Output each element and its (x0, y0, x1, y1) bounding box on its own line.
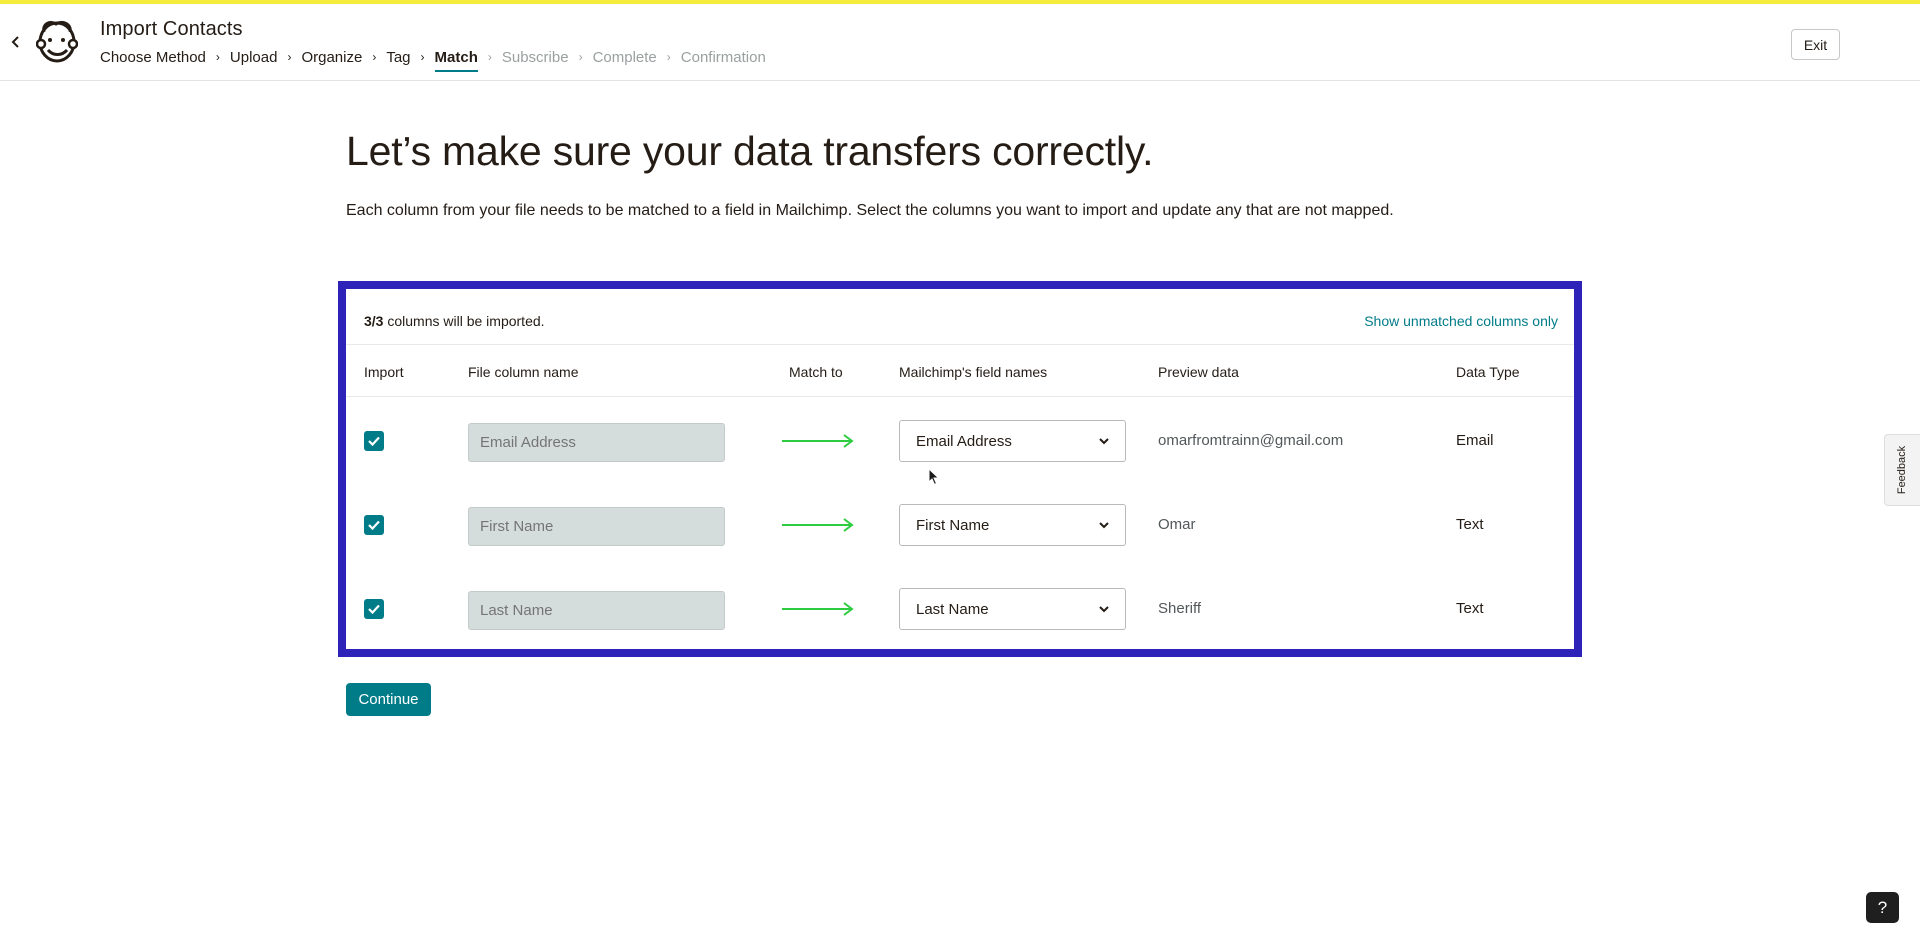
preview-data: Omar (1158, 516, 1196, 533)
field-select[interactable]: Last Name (899, 588, 1126, 630)
preview-data: omarfromtrainn@gmail.com (1158, 432, 1344, 449)
back-button[interactable] (6, 30, 26, 54)
data-type: Email (1456, 432, 1494, 449)
field-select[interactable]: Email Address (899, 420, 1126, 462)
header-match-to: Match to (789, 364, 843, 380)
preview-data: Sheriff (1158, 600, 1202, 617)
step-confirmation: Confirmation (680, 48, 766, 66)
field-select-value: Email Address (916, 432, 1012, 450)
table-row: Email Address omarfromtrainn@gmail.com E… (346, 399, 1574, 483)
page-title: Let’s make sure your data transfers corr… (346, 128, 1154, 174)
continue-button[interactable]: Continue (346, 683, 431, 716)
table-row: First Name Omar Text (346, 483, 1574, 567)
chevron-down-icon (1099, 437, 1109, 444)
step-match[interactable]: Match (434, 49, 478, 72)
import-count: 3/3 columns will be imported. (364, 313, 545, 329)
chevron-down-icon (1099, 605, 1109, 612)
import-checkbox[interactable] (364, 515, 384, 535)
feedback-tab[interactable]: Feedback (1884, 434, 1920, 506)
file-column-input[interactable] (468, 591, 725, 630)
arrow-right-icon (782, 602, 854, 616)
step-breadcrumb: Choose Method › Upload › Organize › Tag … (100, 44, 766, 72)
help-button[interactable]: ? (1866, 892, 1899, 923)
breadcrumb-separator-icon: › (666, 50, 671, 64)
breadcrumb-separator-icon: › (287, 50, 292, 64)
checkmark-icon (368, 604, 380, 615)
step-upload[interactable]: Upload (230, 49, 278, 66)
arrow-right-icon (782, 518, 854, 532)
breadcrumb-separator-icon: › (487, 50, 492, 64)
table-row: Last Name Sheriff Text (346, 567, 1574, 651)
app-title: Import Contacts (100, 18, 243, 40)
checkmark-icon (368, 520, 380, 531)
field-select-value: First Name (916, 516, 990, 534)
data-type: Text (1456, 516, 1484, 533)
header-preview: Preview data (1158, 364, 1239, 380)
header-file-column: File column name (468, 364, 579, 380)
file-column-input[interactable] (468, 423, 725, 462)
column-match-table: 3/3 columns will be imported. Show unmat… (338, 281, 1582, 657)
field-select-value: Last Name (916, 600, 989, 618)
header: Import Contacts Choose Method › Upload ›… (0, 4, 1920, 81)
mouse-cursor-icon (928, 468, 940, 486)
file-column-input[interactable] (468, 507, 725, 546)
chevron-down-icon (1099, 521, 1109, 528)
import-checkbox[interactable] (364, 431, 384, 451)
import-count-label: columns will be imported. (383, 313, 545, 329)
header-field-names: Mailchimp's field names (899, 364, 1048, 380)
show-unmatched-link[interactable]: Show unmatched columns only (1364, 313, 1558, 329)
breadcrumb-separator-icon: › (215, 50, 220, 64)
arrow-right-icon (782, 434, 854, 448)
breadcrumb-separator-icon: › (420, 50, 425, 64)
checkmark-icon (368, 436, 380, 447)
page-subtitle: Each column from your file needs to be m… (346, 202, 1394, 219)
step-subscribe: Subscribe (501, 48, 569, 66)
step-choose-method[interactable]: Choose Method (100, 49, 206, 66)
table-header: Import File column name Match to Mailchi… (346, 345, 1574, 397)
field-select[interactable]: First Name (899, 504, 1126, 546)
breadcrumb-separator-icon: › (372, 50, 377, 64)
header-import: Import (364, 364, 404, 380)
feedback-label: Feedback (1896, 445, 1909, 495)
exit-button[interactable]: Exit (1791, 29, 1840, 60)
header-data-type: Data Type (1456, 364, 1520, 380)
step-organize[interactable]: Organize (301, 49, 362, 66)
step-tag[interactable]: Tag (386, 49, 410, 66)
data-type: Text (1456, 600, 1484, 617)
step-complete: Complete (592, 48, 657, 66)
breadcrumb-separator-icon: › (578, 50, 583, 64)
mailchimp-logo (35, 18, 79, 64)
chevron-left-icon (11, 36, 19, 48)
import-count-value: 3/3 (364, 313, 384, 329)
freddie-logo-icon (35, 20, 79, 63)
import-checkbox[interactable] (364, 599, 384, 619)
table-summary-bar: 3/3 columns will be imported. Show unmat… (346, 289, 1574, 345)
